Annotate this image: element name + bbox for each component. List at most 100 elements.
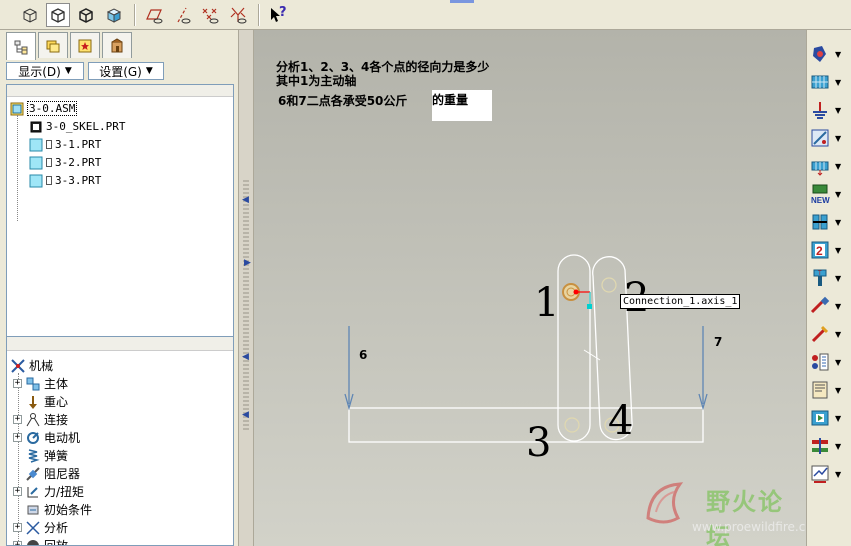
joint-3[interactable] bbox=[564, 417, 580, 433]
tree-item-label: 回放 bbox=[44, 539, 69, 546]
favorites-icon bbox=[78, 39, 92, 52]
chevron-down-icon[interactable]: ▼ bbox=[835, 190, 841, 199]
graphics-window[interactable]: 分析1、2、3、4各个点的径向力是多少 其中1为主动轴 6和7二点各承受50公斤… bbox=[254, 30, 806, 546]
tab-connections[interactable] bbox=[102, 32, 132, 58]
connect-button[interactable]: ▼ bbox=[810, 154, 850, 178]
chevron-down-icon[interactable]: ▼ bbox=[835, 386, 841, 395]
tree-item-skeleton[interactable]: 3-0_SKEL.PRT bbox=[29, 118, 125, 135]
ground-button[interactable]: ▼ bbox=[810, 98, 850, 122]
force-button[interactable]: ▼ bbox=[810, 294, 850, 318]
expand-icon[interactable]: + bbox=[13, 415, 22, 424]
connection-tooltip: Connection_1.axis_1 bbox=[620, 294, 741, 309]
expand-icon[interactable]: + bbox=[13, 541, 22, 545]
datum-points-button[interactable] bbox=[198, 3, 222, 27]
link-left[interactable] bbox=[557, 254, 591, 442]
joint-2[interactable] bbox=[601, 277, 617, 293]
spring-button[interactable]: ▼ bbox=[810, 210, 850, 234]
results-button[interactable]: ▼ bbox=[810, 462, 850, 486]
chevron-down-icon: ▼ bbox=[145, 66, 153, 76]
watermark-url: www.proewildfire.cn bbox=[692, 520, 806, 534]
chevron-down-icon[interactable]: ▼ bbox=[835, 414, 841, 423]
grid-icon bbox=[811, 75, 829, 89]
mech-item-gravity[interactable]: 重心 bbox=[25, 393, 68, 410]
force-icon bbox=[810, 296, 830, 314]
mech-item-connections[interactable]: + 连接 bbox=[13, 411, 68, 428]
datum-csys-button[interactable] bbox=[226, 3, 250, 27]
label-force-6: 6 bbox=[359, 348, 368, 362]
chevron-down-icon[interactable]: ▼ bbox=[835, 218, 841, 227]
playback-button[interactable]: ▼ bbox=[810, 406, 850, 430]
mech-item-forces[interactable]: + 力/扭矩 bbox=[13, 483, 84, 500]
spring-icon bbox=[812, 214, 828, 230]
tab-model-tree[interactable] bbox=[6, 32, 36, 60]
datum-planes-button[interactable] bbox=[142, 3, 166, 27]
damper-button[interactable]: T ▼ bbox=[810, 266, 850, 290]
tab-favorites[interactable] bbox=[70, 32, 100, 58]
expand-right-icon[interactable]: ▶ bbox=[244, 258, 251, 268]
mech-item-initial-conditions[interactable]: 初始条件 bbox=[25, 501, 92, 518]
shaded-view-button[interactable] bbox=[102, 3, 126, 27]
mechanism-gear-button[interactable]: ▼ bbox=[810, 42, 850, 66]
wireframe-view-button[interactable] bbox=[18, 3, 42, 27]
window-handle bbox=[450, 0, 474, 3]
datum-axes-button[interactable] bbox=[170, 3, 194, 27]
initial-condition-icon bbox=[811, 325, 829, 343]
mech-item-motors[interactable]: + 电动机 bbox=[13, 429, 80, 446]
mech-item-analyses[interactable]: + 分析 bbox=[13, 519, 68, 536]
collapse-left-icon[interactable]: ◀ bbox=[242, 195, 249, 205]
servo-motor-button[interactable]: 2 ▼ bbox=[810, 238, 850, 262]
tree-item-assembly[interactable]: 3-0.ASM bbox=[10, 100, 78, 117]
pick-point bbox=[587, 304, 592, 309]
collapse-left-icon[interactable]: ◀ bbox=[242, 410, 249, 420]
expand-icon[interactable]: + bbox=[13, 523, 22, 532]
chevron-down-icon[interactable]: ▼ bbox=[835, 78, 841, 87]
initial-condition-button[interactable]: ▼ bbox=[810, 322, 850, 346]
settings-dropdown[interactable]: 设置(G) ▼ bbox=[88, 62, 164, 80]
analysis-button[interactable]: ▼ bbox=[810, 378, 850, 402]
chevron-down-icon[interactable]: ▼ bbox=[835, 246, 841, 255]
link-cross bbox=[583, 349, 601, 361]
mech-item-playbacks[interactable]: + 回放 bbox=[13, 537, 69, 546]
expand-icon[interactable]: + bbox=[13, 379, 22, 388]
navigator-panel: 显示(D) ▼ 设置(G) ▼ 3-0.ASM 3-0_SKEL.PRT 3-1… bbox=[0, 30, 238, 546]
mech-item-mechanism[interactable]: 机械 bbox=[10, 357, 53, 374]
chevron-down-icon[interactable]: ▼ bbox=[835, 442, 841, 451]
expand-icon[interactable]: + bbox=[13, 487, 22, 496]
chevron-down-icon[interactable]: ▼ bbox=[835, 274, 841, 283]
display-dropdown[interactable]: 显示(D) ▼ bbox=[6, 62, 84, 80]
chevron-down-icon[interactable]: ▼ bbox=[835, 50, 841, 59]
mech-item-dampers[interactable]: 阻尼器 bbox=[25, 465, 80, 482]
measure-button[interactable]: ▼ bbox=[810, 434, 850, 458]
grid-button[interactable]: ▼ bbox=[810, 70, 850, 94]
mech-item-bodies[interactable]: + 主体 bbox=[13, 375, 68, 392]
chevron-down-icon[interactable]: ▼ bbox=[835, 134, 841, 143]
panel-splitter[interactable]: ◀ ▶ ◀ ◀ bbox=[238, 30, 254, 546]
toolbar-separator bbox=[134, 4, 136, 26]
drag-button[interactable]: ▼ bbox=[810, 126, 850, 150]
label-point-3: 3 bbox=[526, 420, 552, 466]
chevron-down-icon[interactable]: ▼ bbox=[835, 162, 841, 171]
tree-item-part[interactable]: 3-2.PRT bbox=[29, 154, 101, 171]
tree-item-part[interactable]: 3-1.PRT bbox=[29, 136, 101, 153]
new-button[interactable]: NEW ▼ bbox=[810, 182, 850, 206]
collapse-left-icon[interactable]: ◀ bbox=[242, 352, 249, 362]
mechanism-tree-header bbox=[7, 337, 233, 351]
whats-this-button[interactable]: ? bbox=[266, 3, 290, 27]
tab-folder-browser[interactable] bbox=[38, 32, 68, 58]
connections-icon bbox=[111, 37, 123, 52]
hidden-line-view-button[interactable] bbox=[46, 3, 70, 27]
chevron-down-icon[interactable]: ▼ bbox=[835, 470, 841, 479]
chevron-down-icon[interactable]: ▼ bbox=[835, 358, 841, 367]
label-force-7: 7 bbox=[714, 335, 723, 349]
chevron-down-icon[interactable]: ▼ bbox=[835, 302, 841, 311]
no-hidden-view-button[interactable] bbox=[74, 3, 98, 27]
chevron-down-icon[interactable]: ▼ bbox=[835, 330, 841, 339]
tree-item-part[interactable]: 3-3.PRT bbox=[29, 172, 101, 189]
datum-csys-icon bbox=[230, 7, 247, 24]
expand-icon[interactable]: + bbox=[13, 433, 22, 442]
mass-button[interactable]: ▼ bbox=[810, 350, 850, 374]
mech-item-springs[interactable]: 弹簧 bbox=[25, 447, 68, 464]
chevron-down-icon[interactable]: ▼ bbox=[835, 106, 841, 115]
main-toolbar: ? bbox=[0, 0, 851, 30]
tree-connector bbox=[17, 115, 18, 221]
